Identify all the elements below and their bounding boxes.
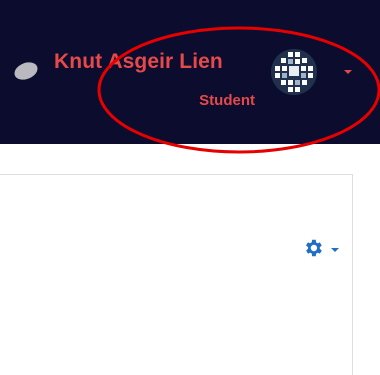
gear-caret-icon (331, 248, 339, 252)
chat-bubble-icon[interactable] (11, 59, 41, 83)
user-role: Student (199, 92, 255, 109)
user-name: Knut Asgeir Lien (54, 50, 223, 73)
user-avatar[interactable] (271, 49, 317, 95)
top-navbar: Knut Asgeir Lien Student (0, 0, 380, 144)
avatar-pattern-icon (271, 49, 317, 95)
actions-menu-button[interactable] (302, 237, 346, 263)
content-card (0, 174, 353, 375)
caret-down-icon[interactable] (344, 70, 352, 74)
gear-icon (306, 239, 322, 257)
